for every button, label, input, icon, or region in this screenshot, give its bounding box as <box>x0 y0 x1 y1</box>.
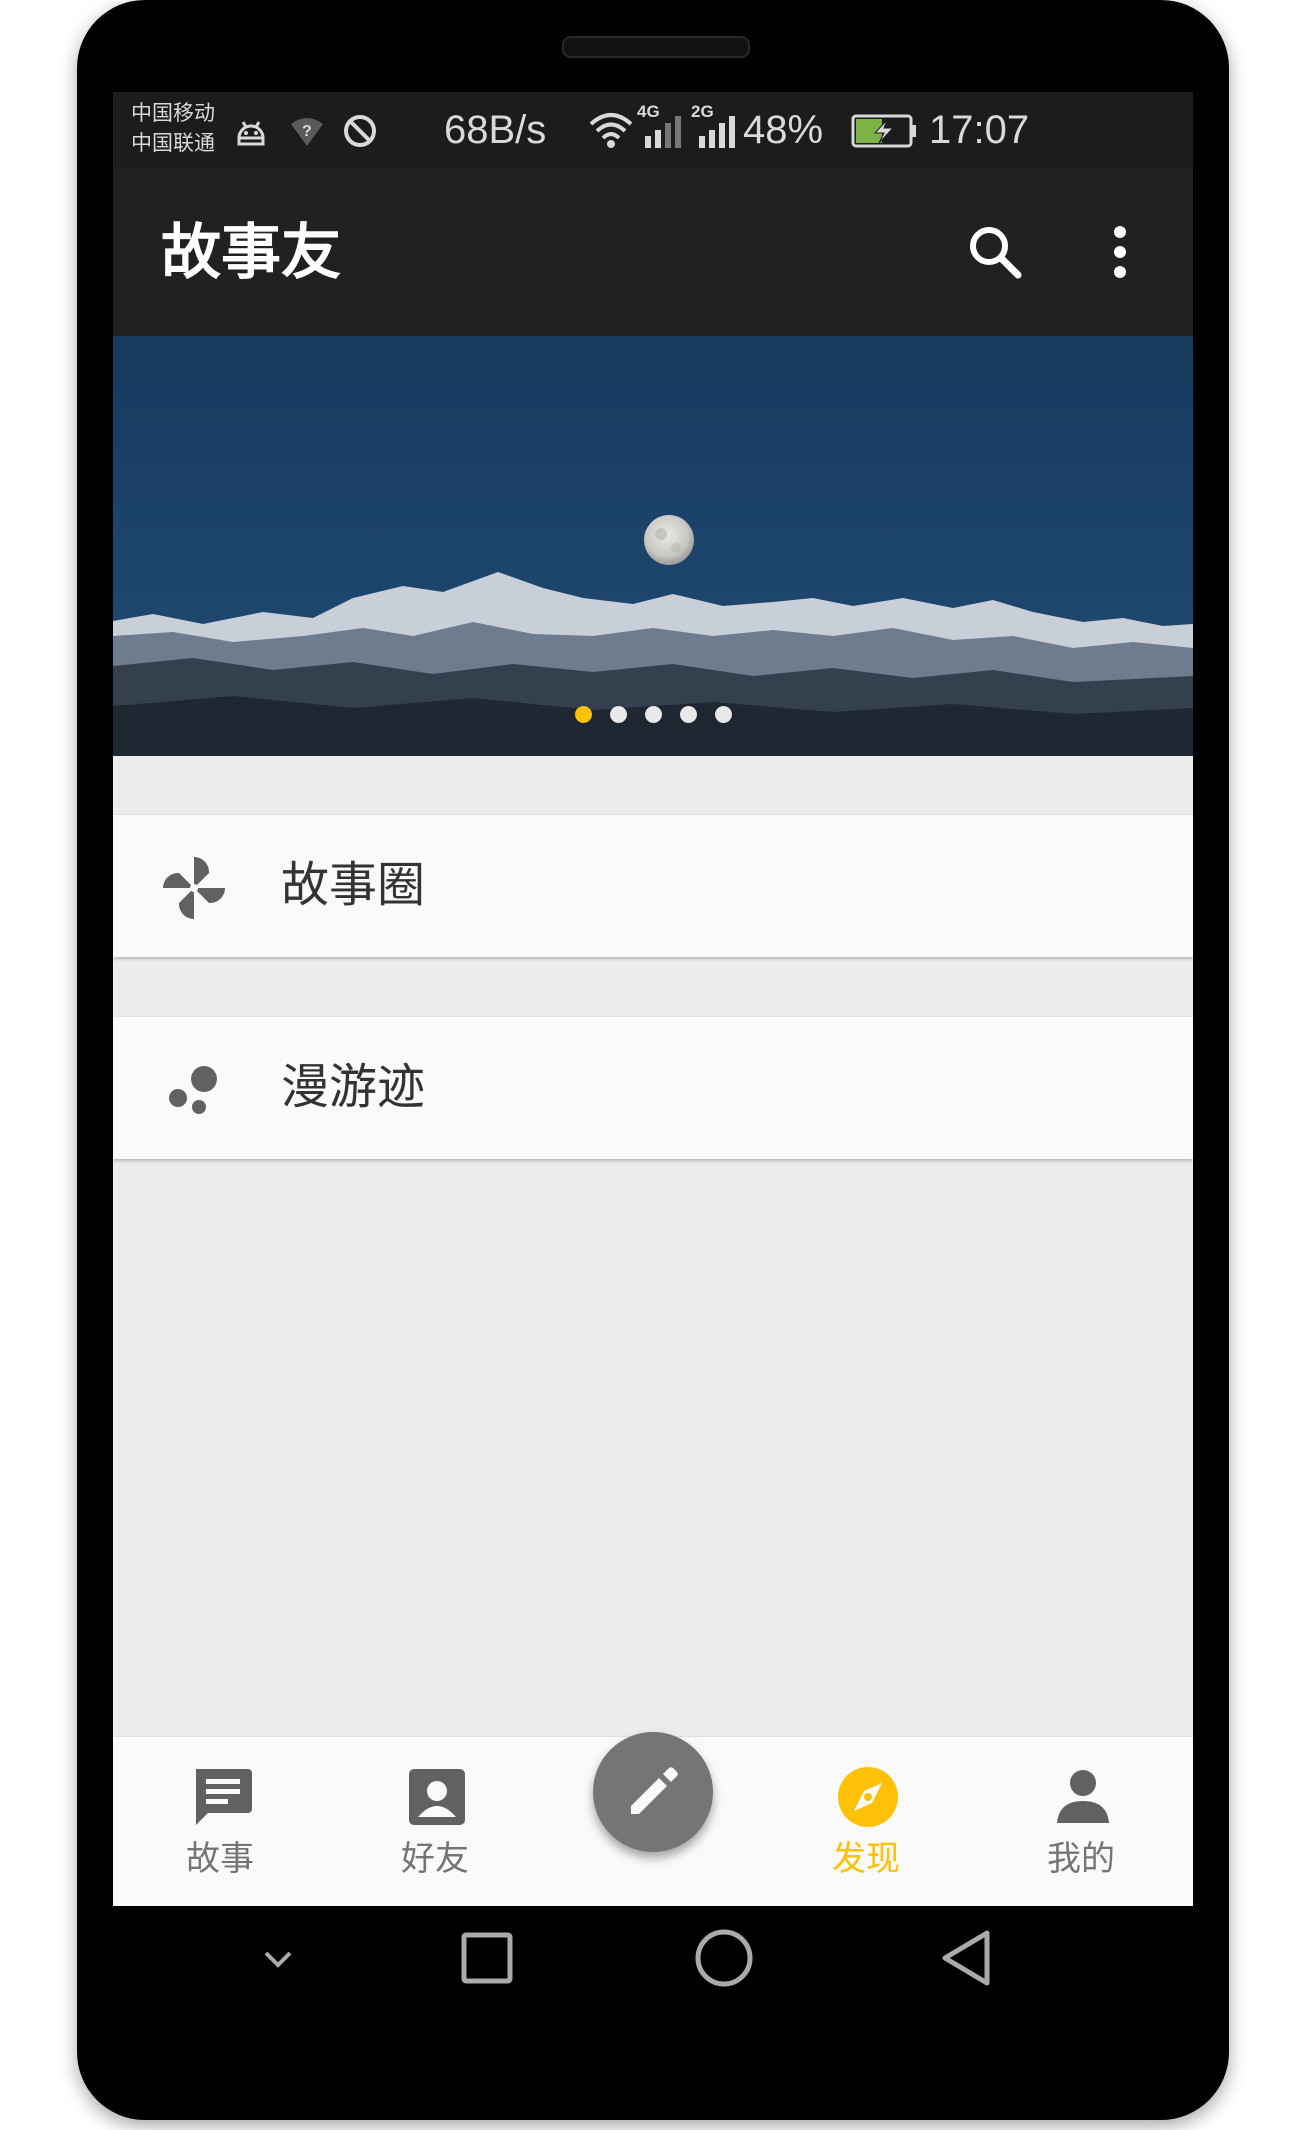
carousel-dot-1[interactable] <box>574 706 592 723</box>
nav-collapse-button[interactable] <box>253 1934 303 1984</box>
nav-label: 我的 <box>1047 1839 1115 1879</box>
list-item-roaming-trace[interactable]: 漫游迹 <box>113 1016 1193 1159</box>
nav-label: 好友 <box>401 1839 469 1879</box>
person-icon <box>1057 1770 1109 1823</box>
carousel-indicators <box>113 706 1193 726</box>
nav-item-friends[interactable]: 好友 <box>335 1737 535 1906</box>
banner-image <box>113 336 1193 756</box>
clock: 17:07 <box>929 108 1030 152</box>
signal-icon-2 <box>699 116 735 148</box>
search-button[interactable] <box>955 212 1035 292</box>
list-item-label: 漫游迹 <box>281 1059 426 1115</box>
carousel-dot-5[interactable] <box>714 706 732 723</box>
banner-carousel[interactable] <box>113 336 1193 756</box>
message-icon <box>196 1769 252 1825</box>
earpiece-speaker <box>562 36 750 58</box>
svg-text:?: ? <box>302 123 312 140</box>
battery-percent: 48% <box>743 108 824 152</box>
more-vert-icon <box>1114 226 1126 278</box>
pinwheel-icon <box>162 856 226 919</box>
app-toolbar: 故事友 <box>113 168 1193 336</box>
carrier-1: 中国移动 <box>131 101 215 125</box>
nav-item-discover[interactable]: 发现 <box>766 1737 966 1906</box>
compass-icon <box>838 1767 898 1827</box>
nav-label: 故事 <box>186 1839 254 1879</box>
carrier-2: 中国联通 <box>131 131 215 155</box>
circle-home-icon <box>695 1929 753 1987</box>
carousel-dot-4[interactable] <box>679 706 697 723</box>
more-options-button[interactable] <box>1080 212 1160 292</box>
contact-icon <box>409 1769 465 1825</box>
nav-item-stories[interactable]: 故事 <box>120 1737 320 1906</box>
wifi-unknown-icon: ? <box>291 118 323 146</box>
home-button[interactable] <box>682 1916 766 2000</box>
recent-apps-button[interactable] <box>447 1918 527 1998</box>
bubbles-icon <box>169 1066 217 1114</box>
sync-disabled-icon <box>344 115 376 147</box>
moon <box>644 515 694 565</box>
list-item-label: 故事圈 <box>281 857 426 913</box>
chevron-down-icon <box>264 1951 292 1968</box>
search-icon <box>970 227 1022 279</box>
carousel-dot-2[interactable] <box>609 706 627 723</box>
carousel-dot-3[interactable] <box>644 706 662 723</box>
network-speed: 68B/s <box>444 108 547 152</box>
list-item-story-circle[interactable]: 故事圈 <box>113 814 1193 957</box>
back-triangle-icon <box>942 1930 990 1986</box>
back-button[interactable] <box>925 1916 1009 2000</box>
phone-frame: 中国移动 中国联通 ? 68B/s 4G 2G 48% 17:07 故事友 故事… <box>77 0 1229 2120</box>
app-title: 故事友 <box>161 218 341 288</box>
square-icon <box>461 1932 513 1984</box>
battery-charging-icon <box>851 114 916 148</box>
pencil-icon <box>631 1767 678 1814</box>
screen: 中国移动 中国联通 ? 68B/s 4G 2G 48% 17:07 故事友 故事… <box>113 92 1193 1906</box>
nav-label: 发现 <box>832 1839 900 1879</box>
status-bar: 中国移动 中国联通 ? 68B/s 4G 2G 48% 17:07 <box>113 92 1193 168</box>
wifi-icon <box>589 113 633 148</box>
compose-fab[interactable] <box>593 1732 713 1852</box>
android-icon <box>237 121 265 146</box>
signal-icon <box>645 116 681 148</box>
carrier-labels: 中国移动 中国联通 <box>131 98 215 158</box>
nav-item-me[interactable]: 我的 <box>981 1737 1181 1906</box>
